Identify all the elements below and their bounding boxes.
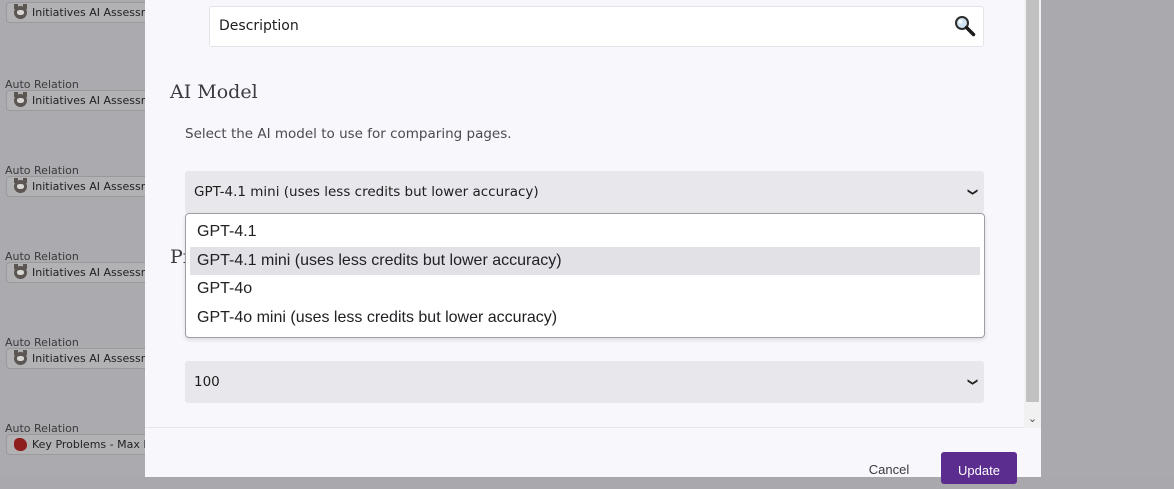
ai-model-option[interactable]: GPT-4o mini (uses less credits but lower…	[190, 304, 980, 333]
ai-model-dropdown[interactable]: GPT-4.1 GPT-4.1 mini (uses less credits …	[185, 213, 985, 338]
ai-model-selected-value: GPT-4.1 mini (uses less credits but lowe…	[194, 184, 539, 200]
red-blob-icon	[14, 438, 27, 451]
ai-model-hint: Select the AI model to use for comparing…	[185, 126, 512, 142]
cat-face-icon	[14, 178, 27, 193]
ai-model-select[interactable]: GPT-4.1 mini (uses less credits but lowe…	[185, 171, 984, 213]
chevron-down-icon: ❯	[966, 187, 978, 197]
relation-chip: Initiatives AI Assessment	[6, 90, 145, 111]
cat-face-icon	[14, 4, 27, 19]
chevron-down-icon: ❯	[966, 377, 978, 387]
ai-model-option-selected[interactable]: GPT-4.1 mini (uses less credits but lowe…	[190, 246, 980, 275]
relation-chip: Key Problems - Max Ir	[6, 434, 145, 455]
footer-divider	[145, 427, 1024, 428]
ai-model-section-title: AI Model	[170, 81, 258, 103]
scrollbar-thumb[interactable]	[1026, 0, 1039, 402]
relation-chip: Initiatives AI Assessment	[6, 176, 145, 197]
ai-model-option[interactable]: GPT-4o	[190, 275, 980, 304]
cat-face-icon	[14, 350, 27, 365]
relation-chip: Initiatives AI Assessment	[6, 262, 145, 283]
update-button[interactable]: Update	[941, 452, 1017, 484]
cat-face-icon	[14, 92, 27, 107]
scroll-down-icon[interactable]: ⌄	[1024, 410, 1041, 427]
ai-model-option[interactable]: GPT-4.1	[190, 218, 980, 247]
cat-face-icon	[14, 264, 27, 279]
background-relation-list: Initiatives AI Assessment Auto Relation …	[0, 0, 145, 477]
relation-chip: Initiatives AI Assessment	[6, 348, 145, 369]
count-selected-value: 100	[194, 374, 220, 390]
description-field[interactable]: Description	[209, 6, 984, 47]
magnifier-icon[interactable]	[954, 15, 976, 37]
modal-backdrop	[1041, 0, 1174, 477]
count-select[interactable]: 100 ❯	[185, 361, 984, 403]
relation-chip: Initiatives AI Assessment	[6, 2, 145, 23]
